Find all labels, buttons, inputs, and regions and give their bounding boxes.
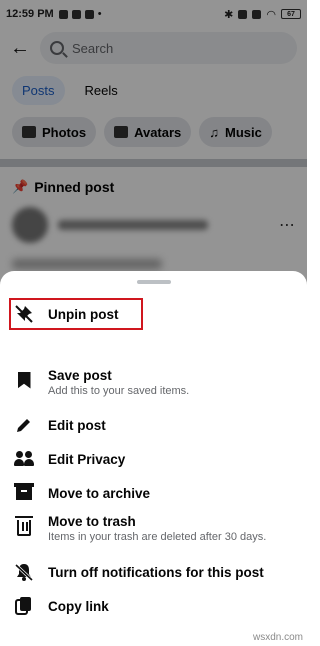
bookmark-icon: [10, 368, 38, 392]
edit-post-option[interactable]: Edit post: [10, 413, 297, 437]
move-to-trash-option[interactable]: Move to trash Items in your trash are de…: [10, 514, 297, 543]
people-icon: [10, 447, 38, 471]
save-post-option[interactable]: Save post Add this to your saved items.: [10, 368, 297, 397]
turn-off-notifications-label: Turn off notifications for this post: [48, 564, 264, 580]
unpin-icon: [10, 302, 38, 326]
move-to-trash-label: Move to trash: [48, 514, 136, 529]
move-to-trash-description: Items in your trash are deleted after 30…: [48, 531, 267, 543]
bell-off-icon: [10, 560, 38, 584]
move-to-archive-label: Move to archive: [48, 485, 151, 501]
edit-post-label: Edit post: [48, 417, 106, 433]
save-post-description: Add this to your saved items.: [48, 385, 190, 397]
save-post-label: Save post: [48, 368, 112, 383]
turn-off-notifications-option[interactable]: Turn off notifications for this post: [10, 560, 297, 584]
edit-privacy-label: Edit Privacy: [48, 451, 126, 467]
sheet-handle[interactable]: [137, 280, 171, 284]
move-to-archive-option[interactable]: Move to archive: [10, 481, 297, 505]
edit-privacy-option[interactable]: Edit Privacy: [10, 447, 297, 471]
pencil-icon: [10, 413, 38, 437]
trash-icon: [10, 514, 38, 538]
watermark: wsxdn.com: [252, 632, 303, 643]
unpin-post-label: Unpin post: [48, 306, 119, 322]
unpin-post-option[interactable]: Unpin post: [10, 302, 297, 326]
archive-icon: [10, 481, 38, 505]
copy-link-label: Copy link: [48, 598, 109, 614]
copy-icon: [10, 594, 38, 618]
copy-link-option[interactable]: Copy link: [10, 594, 297, 618]
